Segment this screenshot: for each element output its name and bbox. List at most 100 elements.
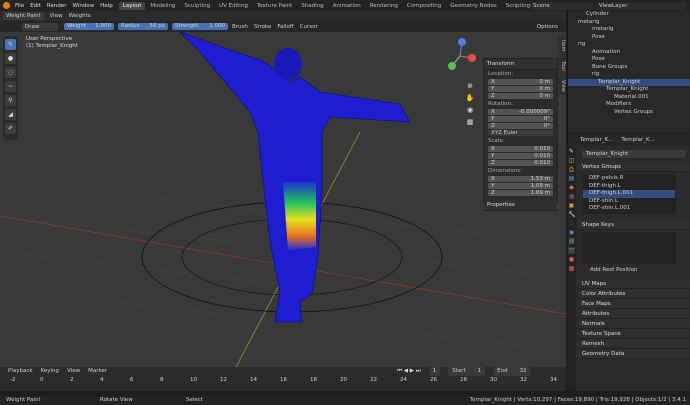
blur-tool-icon[interactable]: ● xyxy=(5,53,16,64)
outliner-item-rig[interactable]: rig xyxy=(568,41,690,49)
workspace-tab-shading[interactable]: Shading xyxy=(297,2,327,10)
output-tab-icon[interactable]: ⎙ xyxy=(568,166,575,173)
outliner-item-modifiers[interactable]: Modifiers xyxy=(568,101,690,109)
workspace-tab-texture-paint[interactable]: Texture Paint xyxy=(253,2,297,10)
frame-ruler[interactable]: -2 0 2 4 6 8 10 12 14 16 18 20 22 24 26 28 30 32 34 xyxy=(0,376,566,385)
vertex-group-item[interactable]: DEF-shin.L xyxy=(583,198,675,206)
menu-window[interactable]: Window xyxy=(72,3,94,9)
templar-knight-mesh[interactable] xyxy=(179,32,411,323)
workspace-tab-sculpting[interactable]: Sculpting xyxy=(180,2,214,10)
outliner-item-templar-knight[interactable]: Templar_Knight xyxy=(568,78,690,86)
location-x[interactable]: X 0 m xyxy=(488,79,553,85)
vertex-group-item[interactable]: DEF-pelvis.R xyxy=(583,175,675,183)
menu-weights[interactable]: Weights xyxy=(69,13,91,19)
menu-help[interactable]: Help xyxy=(100,3,113,9)
pan-hand-icon[interactable]: ✋ xyxy=(465,92,475,104)
vertex-group-item[interactable]: DEF-thigh.L xyxy=(583,183,675,191)
outliner-item-bone-groups[interactable]: Bone Groups xyxy=(568,64,690,72)
rotation-x[interactable]: X -0.000009° xyxy=(488,109,553,115)
end-frame-field[interactable]: End 32 xyxy=(493,367,531,376)
vertex-groups-header[interactable]: Vertex Groups xyxy=(578,162,690,172)
constraints-tab-icon[interactable]: ⛓ xyxy=(568,238,576,245)
options-button[interactable]: Options xyxy=(537,24,558,30)
uv-maps-header[interactable]: UV Maps xyxy=(578,278,690,289)
sidebar-tab-view[interactable]: View xyxy=(558,76,566,95)
workspace-tab-rendering[interactable]: Rendering xyxy=(366,2,402,10)
workspace-tab-layout[interactable]: Layout xyxy=(118,1,146,10)
color-attributes-header[interactable]: Color Attributes xyxy=(578,288,690,299)
object-tab-icon[interactable]: ▣ xyxy=(568,202,575,209)
menu-cursor[interactable]: Cursor xyxy=(300,24,318,30)
menu-marker[interactable]: Marker xyxy=(88,367,107,376)
workspace-tab-compositing[interactable]: Compositing xyxy=(403,2,445,10)
strength-field[interactable]: Strength 1.000 xyxy=(172,23,228,30)
radius-field[interactable]: Radius 50 px xyxy=(118,23,168,30)
texture-space-header[interactable]: Texture Space xyxy=(578,328,690,339)
3d-viewport[interactable] xyxy=(0,32,566,367)
mesh-data-tab-icon[interactable]: ▽ xyxy=(568,247,575,254)
smear-tool-icon[interactable]: ~ xyxy=(5,81,16,92)
dimension-y[interactable]: Y 1.09 m xyxy=(488,183,553,189)
start-frame-field[interactable]: Start 1 xyxy=(448,367,486,376)
scene-tab-icon[interactable]: ◆ xyxy=(568,184,575,191)
properties-header[interactable]: Properties xyxy=(484,200,557,211)
view-layer-selector[interactable]: ViewLayer xyxy=(596,2,686,10)
menu-render[interactable]: Render xyxy=(47,3,67,9)
grid-icon[interactable]: ▦ xyxy=(465,116,475,128)
location-y[interactable]: Y 0 m xyxy=(488,86,553,92)
current-frame-field[interactable]: 1 xyxy=(428,367,441,376)
scale-x[interactable]: X 0.010 xyxy=(488,146,553,152)
scene-selector[interactable]: Scene xyxy=(530,2,593,10)
texture-tab-icon[interactable]: ▦ xyxy=(568,265,575,272)
menu-stroke[interactable]: Stroke xyxy=(254,24,272,30)
particles-tab-icon[interactable]: ∴ xyxy=(568,220,575,227)
draw-tool-icon[interactable]: ✎ xyxy=(5,39,16,50)
tool-tab-icon[interactable]: ✎ xyxy=(568,148,575,155)
brush-selector[interactable]: Draw xyxy=(22,22,58,31)
shape-keys-header[interactable]: Shape Keys xyxy=(578,219,690,230)
geometry-data-header[interactable]: Geometry Data xyxy=(578,348,690,359)
material-tab-icon[interactable]: ● xyxy=(568,256,575,263)
camera-icon[interactable]: ◉ xyxy=(465,104,475,116)
view-layer-tab-icon[interactable]: ▤ xyxy=(568,175,575,182)
outliner-item-material[interactable]: Material.001 xyxy=(568,94,690,102)
playback-controls[interactable]: ⏮ ◀ ▶ ⏭ xyxy=(397,367,421,376)
mesh-data-name-field[interactable]: Templar_Knight xyxy=(582,150,686,158)
vertex-group-item[interactable]: DEF-shin.L.001 xyxy=(583,205,675,213)
transform-header[interactable]: Transform xyxy=(484,59,557,70)
average-tool-icon[interactable]: ◌ xyxy=(5,67,16,78)
breadcrumb-object[interactable]: Templar_K... xyxy=(580,134,613,146)
outliner-item-rig-pose[interactable]: Pose xyxy=(568,56,690,64)
outliner-item-cylinder[interactable]: Cylinder xyxy=(568,11,690,19)
annotate-tool-icon[interactable]: ✐ xyxy=(5,123,16,134)
workspace-tab-geometry-nodes[interactable]: Geometry Nodes xyxy=(446,2,500,10)
normals-header[interactable]: Normals xyxy=(578,318,690,329)
physics-tab-icon[interactable]: ◉ xyxy=(568,229,575,236)
outliner-item-rig-data[interactable]: rig xyxy=(568,71,690,79)
location-z[interactable]: Z 0 m xyxy=(488,93,553,99)
gradient-tool-icon[interactable]: ◢ xyxy=(5,109,16,120)
render-tab-icon[interactable]: ◫ xyxy=(568,157,575,164)
menu-falloff[interactable]: Falloff xyxy=(277,24,293,30)
outliner-item-vertex-groups[interactable]: Vertex Groups xyxy=(568,109,690,117)
face-maps-header[interactable]: Face Maps xyxy=(578,298,690,309)
menu-view[interactable]: View xyxy=(67,367,80,376)
menu-brush[interactable]: Brush xyxy=(232,24,248,30)
rotation-y[interactable]: Y 0° xyxy=(488,116,553,122)
menu-view[interactable]: View xyxy=(50,13,63,19)
mode-selector[interactable]: Weight Paint xyxy=(3,12,44,20)
menu-keying[interactable]: Keying xyxy=(41,367,59,376)
navigation-gizmo[interactable] xyxy=(440,36,480,76)
remesh-header[interactable]: Remesh xyxy=(578,338,690,349)
add-rest-position-checkbox[interactable]: Add Rest Position xyxy=(578,266,690,275)
outliner-item-animation[interactable]: Animation xyxy=(568,49,690,57)
dimension-z[interactable]: Z 1.89 m xyxy=(488,190,553,196)
rotation-mode-select[interactable]: XYZ Euler xyxy=(488,130,553,136)
workspace-tab-modeling[interactable]: Modeling xyxy=(146,2,179,10)
world-tab-icon[interactable]: ◍ xyxy=(568,193,575,200)
scale-y[interactable]: Y 0.010 xyxy=(488,153,553,159)
vertex-group-item-active[interactable]: DEF-thigh.L.001 xyxy=(583,190,675,198)
outliner-item-metarig[interactable]: metarig xyxy=(568,19,690,27)
breadcrumb-data[interactable]: Templar_K... xyxy=(621,134,654,146)
dimension-x[interactable]: X 1.53 m xyxy=(488,176,553,182)
